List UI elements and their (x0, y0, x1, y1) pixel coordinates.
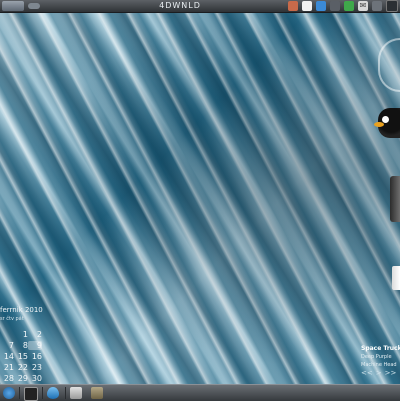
active-window-title: 4DWNLD (159, 1, 201, 10)
track-artist: Deep Purple (361, 354, 392, 360)
taskbar-separator (19, 387, 20, 399)
play-button[interactable]: > (376, 369, 382, 377)
calendar-day[interactable]: 23 (28, 363, 42, 372)
wifi-icon[interactable] (316, 1, 326, 11)
calendar-day[interactable]: 1 (14, 330, 28, 339)
player-controls: << > >> (361, 369, 400, 377)
calendar-grid: 1 2 7 8 9 14 15 16 21 22 23 28 29 30 (0, 330, 42, 383)
panel-menu-button[interactable] (2, 1, 24, 11)
calendar-day[interactable]: 28 (0, 374, 14, 383)
calendar-day[interactable]: 21 (0, 363, 14, 372)
now-playing-widget: Space Truck Deep Purple Machine Head << … (361, 345, 400, 377)
calendar-day[interactable]: 7 (0, 341, 14, 350)
calendar-day[interactable]: 14 (0, 352, 14, 361)
clock-icon[interactable] (386, 0, 398, 12)
track-album: Machine Head (361, 362, 397, 368)
calendar-day[interactable]: 2 (28, 330, 42, 339)
document-icon[interactable] (302, 1, 312, 11)
calendar-weekday-header: sr čtv pát (0, 316, 24, 322)
top-panel: 4DWNLD ✉ (0, 0, 400, 13)
taskbar-separator (65, 387, 66, 399)
calendar-day[interactable]: 22 (14, 363, 28, 372)
calendar-day[interactable]: 8 (14, 341, 28, 350)
notepad-icon[interactable] (392, 266, 400, 290)
calendar-title: ferrnik 2010 (0, 306, 43, 314)
penguin-icon[interactable] (374, 108, 400, 138)
speaker-icon[interactable] (390, 176, 400, 222)
calendar-day[interactable]: 29 (14, 374, 28, 383)
settings-icon[interactable] (91, 387, 103, 399)
calendar-widget: ferrnik 2010 sr čtv pát 1 2 7 8 9 14 15 … (0, 306, 43, 386)
bottom-taskbar (0, 384, 400, 401)
drop-icon[interactable] (47, 387, 59, 399)
track-title: Space Truck (361, 345, 400, 352)
system-tray: ✉ (288, 0, 398, 12)
calendar-day[interactable]: 15 (14, 352, 28, 361)
launcher-icon[interactable] (3, 387, 15, 399)
desktop-wallpaper (0, 0, 400, 400)
network-icon[interactable] (344, 1, 354, 11)
previous-track-button[interactable]: << (361, 369, 373, 377)
battery-icon[interactable] (372, 1, 382, 11)
calendar-day[interactable]: 16 (28, 352, 42, 361)
volume-icon[interactable] (330, 1, 340, 11)
chat-icon[interactable]: ✉ (358, 1, 368, 11)
panel-slider[interactable] (28, 3, 40, 9)
terminal-icon[interactable] (24, 387, 38, 401)
calendar-day-today[interactable]: 9 (28, 341, 42, 350)
calendar-day[interactable]: 30 (28, 374, 42, 383)
user-icon[interactable] (288, 1, 298, 11)
taskbar-separator (42, 387, 43, 399)
next-track-button[interactable]: >> (385, 369, 397, 377)
files-icon[interactable] (70, 387, 82, 399)
calendar-day[interactable] (0, 330, 14, 339)
